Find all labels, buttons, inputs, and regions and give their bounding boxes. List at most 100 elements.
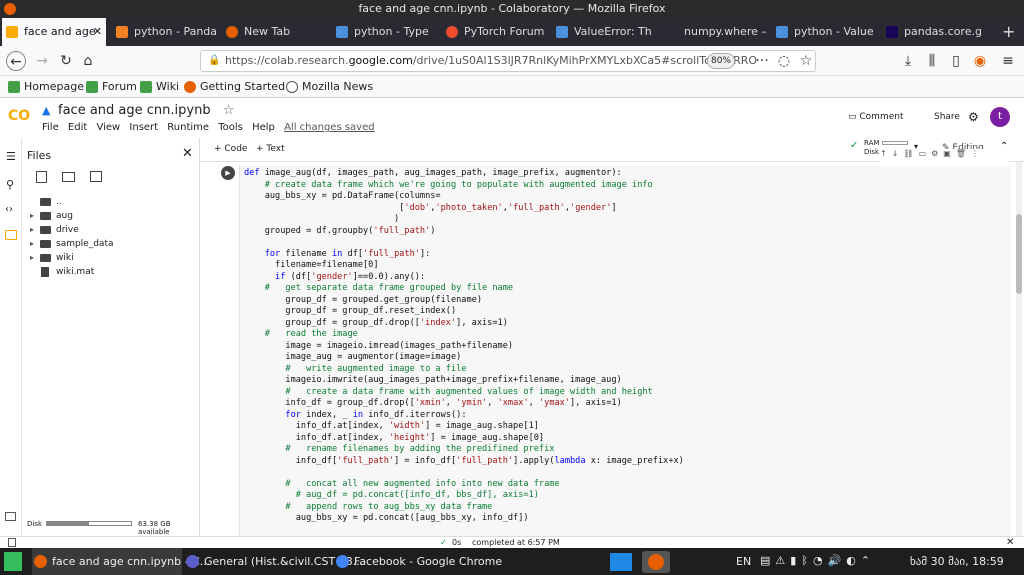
refresh-folder-icon[interactable] (62, 172, 75, 182)
file-item[interactable]: ▸ drive (30, 223, 79, 237)
forward-button[interactable]: → (32, 51, 52, 71)
tab-label: python - Panda (134, 25, 216, 38)
tab-5[interactable]: ValueError: Th (552, 18, 656, 46)
code-editor[interactable]: def image_aug(df, images_path, aug_image… (244, 168, 684, 525)
back-button[interactable]: ← (6, 51, 26, 71)
file-item[interactable]: ▸ aug (30, 209, 73, 223)
tab-6[interactable]: numpy.where — (662, 18, 766, 46)
search-icon[interactable]: ⚲ (6, 178, 14, 191)
manjaro-menu-icon[interactable] (4, 552, 22, 571)
save-status[interactable]: All changes saved (284, 122, 375, 133)
code-snippets-icon[interactable]: ‹› (5, 204, 13, 215)
notebook-title[interactable]: ▲ face and age cnn.ipynb ☆ (42, 103, 235, 118)
tab-7[interactable]: python - Value (772, 18, 876, 46)
arrow-down-icon[interactable]: ↓ (892, 149, 904, 158)
menu-runtime[interactable]: Runtime (167, 122, 209, 133)
language-indicator[interactable]: EN (736, 555, 751, 568)
tab-0[interactable]: face and age ✕ (2, 18, 106, 46)
bookmark-star-icon[interactable]: ☆ (796, 51, 816, 71)
bookmark-getting-started[interactable]: Getting Started (184, 76, 285, 98)
disk-label: Disk (27, 520, 43, 528)
clipboard-icon[interactable]: ▤ (760, 554, 775, 567)
comment-icon[interactable]: ▭ (919, 149, 932, 158)
run-cell-button[interactable]: ▶ (221, 166, 235, 180)
tab-3[interactable]: python - Type (332, 18, 436, 46)
taskbar-item-firefox[interactable]: face and age cnn.ipynb - C... (32, 548, 210, 575)
volume-icon[interactable]: 🔊 (828, 554, 847, 567)
arrow-up-icon[interactable]: ↑ (880, 149, 892, 158)
file-item[interactable]: .. (40, 195, 62, 209)
mirror-icon[interactable]: ▣ (943, 149, 956, 158)
gear-icon[interactable]: ⚙ (931, 149, 943, 158)
clock[interactable]: ხამ 30 მაი, 18:59 (910, 555, 1004, 568)
link-icon[interactable]: ⛓ (903, 149, 918, 158)
home-button[interactable]: ⌂ (78, 51, 98, 71)
sidebar-icon[interactable]: ▯ (946, 51, 966, 71)
window-thumbnail-icon[interactable] (610, 553, 632, 571)
avatar[interactable]: t (990, 107, 1010, 127)
toc-icon[interactable]: ☰ (6, 150, 16, 163)
star-icon[interactable]: ☆ (223, 103, 235, 118)
mount-drive-icon[interactable] (90, 171, 102, 182)
menu-tools[interactable]: Tools (218, 122, 243, 133)
pocket-icon[interactable]: ◌ (774, 51, 794, 71)
chevron-right-icon[interactable]: ▸ (30, 251, 34, 265)
bookmark-forum[interactable]: Forum (86, 76, 137, 98)
download-icon[interactable]: ⤓ (898, 51, 918, 71)
colab-logo-icon[interactable]: CO (8, 108, 34, 124)
add-text-button[interactable]: + Text (256, 144, 285, 154)
chevron-right-icon[interactable]: ▸ (30, 237, 34, 251)
notebook-scrollbar[interactable] (1016, 162, 1022, 536)
tab-4[interactable]: PyTorch Forum (442, 18, 546, 46)
python-docs-icon (776, 26, 788, 38)
file-item[interactable]: ▸ sample_data (30, 237, 114, 251)
upload-icon[interactable] (36, 171, 47, 183)
terminal-icon[interactable] (5, 512, 16, 521)
notification-icon[interactable]: ◐ (846, 554, 861, 567)
zoom-indicator[interactable]: 80% (707, 53, 735, 69)
tab-2[interactable]: New Tab (222, 18, 326, 46)
bookmark-mozilla-news[interactable]: Mozilla News (286, 76, 373, 98)
menu-help[interactable]: Help (252, 122, 275, 133)
manjaro-icon (86, 81, 98, 93)
bluetooth-icon[interactable]: ᛒ (801, 554, 813, 567)
add-code-button[interactable]: + Code (214, 144, 247, 154)
updates-icon[interactable]: ⚠ (775, 554, 790, 567)
bookmark-homepage[interactable]: Homepage (8, 76, 84, 98)
library-icon[interactable]: ⫼ (922, 51, 942, 71)
more-icon[interactable]: ⋮ (971, 149, 984, 158)
page-actions-icon[interactable]: ··· (752, 51, 772, 71)
menu-view[interactable]: View (96, 122, 120, 133)
menu-edit[interactable]: Edit (68, 122, 87, 133)
menu-insert[interactable]: Insert (129, 122, 158, 133)
close-icon[interactable]: ✕ (1006, 537, 1014, 548)
share-button[interactable]: Share (934, 112, 960, 122)
menu-icon[interactable]: ≡ (998, 51, 1018, 71)
file-item[interactable]: wiki.mat (40, 265, 94, 279)
tab-1[interactable]: python - Panda (112, 18, 216, 46)
terminal-icon[interactable] (8, 538, 16, 547)
scrollbar-thumb[interactable] (1016, 214, 1022, 294)
close-icon[interactable]: ✕ (93, 18, 102, 46)
battery-icon[interactable]: ▮ (790, 554, 801, 567)
comment-button[interactable]: ▭ Comment (848, 112, 904, 122)
file-name: wiki (56, 253, 74, 263)
trash-icon[interactable]: 🗑 (956, 149, 971, 158)
tray-expand-icon[interactable]: ⌃ (861, 554, 875, 567)
firefox-pinned-icon[interactable] (642, 551, 670, 573)
account-icon[interactable]: ◉ (970, 51, 990, 71)
chevron-right-icon[interactable]: ▸ (30, 223, 34, 237)
reload-button[interactable]: ↻ (56, 51, 76, 71)
settings-gear-icon[interactable]: ⚙ (968, 110, 979, 124)
new-tab-button[interactable]: + (994, 18, 1022, 46)
close-icon[interactable]: ✕ (182, 146, 193, 161)
tab-8[interactable]: pandas.core.g (882, 18, 986, 46)
wifi-icon[interactable]: ◔ (813, 554, 828, 567)
bookmark-wiki[interactable]: Wiki (140, 76, 179, 98)
taskbar-item-chrome[interactable]: Facebook - Google Chrome (334, 548, 502, 575)
menu-file[interactable]: File (42, 122, 59, 133)
chevron-right-icon[interactable]: ▸ (30, 209, 34, 223)
folder-icon[interactable] (5, 230, 17, 240)
file-item[interactable]: ▸ wiki (30, 251, 74, 265)
taskbar-item-teams[interactable]: General (Hist.&civil.CST 18... (184, 548, 363, 575)
